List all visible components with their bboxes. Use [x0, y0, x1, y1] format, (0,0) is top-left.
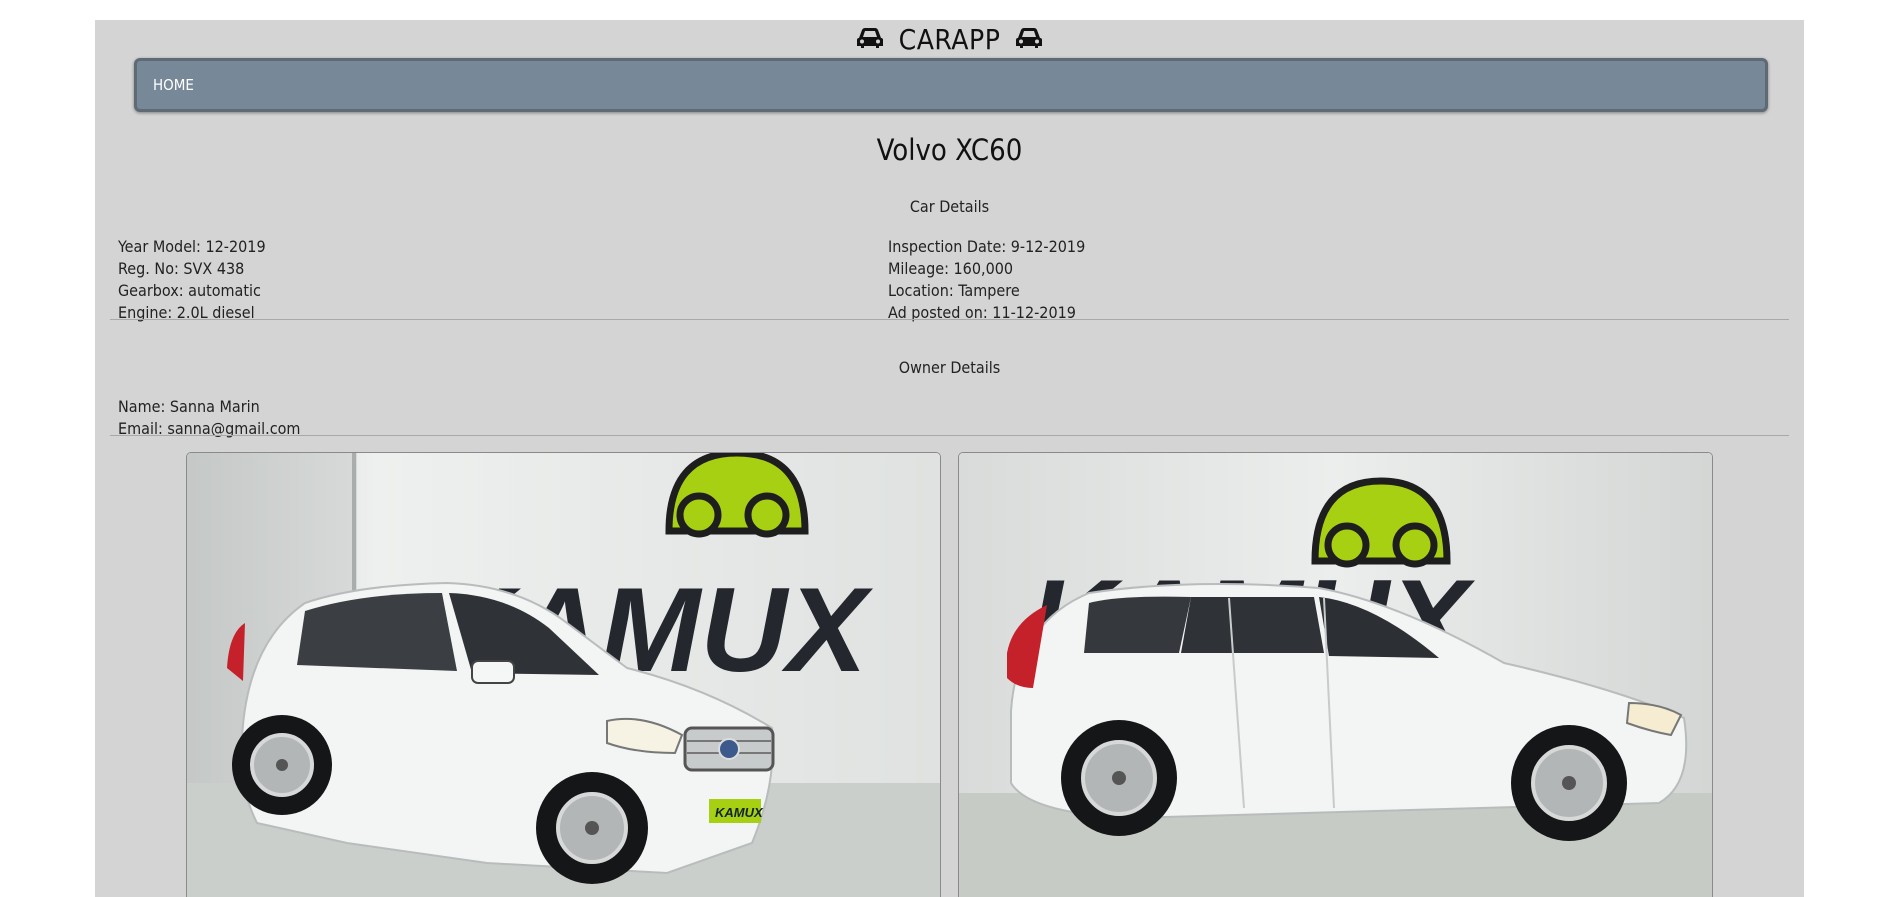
navbar: HOME — [134, 58, 1768, 112]
engine-text: Engine: 2.0L diesel — [118, 303, 255, 322]
reg-no-text: Reg. No: SVX 438 — [118, 259, 245, 278]
brand-logo-icon — [665, 453, 809, 538]
gearbox-text: Gearbox: automatic — [118, 281, 261, 300]
brand-header: CARAPP — [95, 20, 1804, 58]
car-details-heading: Car Details — [909, 197, 990, 216]
car-photo-front[interactable]: KAMUX KAMUX — [186, 452, 941, 897]
ad-posted-text: Ad posted on: 11-12-2019 — [888, 303, 1076, 322]
car-details-left: Year Model: 12-2019 Reg. No: SVX 438 Gea… — [118, 236, 266, 324]
owner-details: Name: Sanna Marin Email: sanna@gmail.com — [118, 396, 300, 440]
page-container: CARAPP HOME Volvo XC60 Car Details Year … — [95, 20, 1804, 897]
divider — [110, 435, 1789, 436]
owner-details-heading: Owner Details — [898, 358, 1001, 377]
nav-home-link[interactable]: HOME — [153, 61, 194, 109]
divider — [110, 319, 1789, 320]
plate-text: KAMUX — [715, 805, 764, 820]
mileage-text: Mileage: 160,000 — [888, 259, 1014, 278]
owner-email-text: Email: sanna@gmail.com — [118, 419, 301, 438]
car-icon — [856, 26, 884, 54]
car-photo-side[interactable]: KAMUX — [958, 452, 1713, 897]
location-text: Location: Tampere — [888, 281, 1020, 300]
car-icon — [1015, 26, 1043, 54]
inspection-date-text: Inspection Date: 9-12-2019 — [888, 237, 1086, 256]
car-details-right: Inspection Date: 9-12-2019 Mileage: 160,… — [888, 236, 1085, 324]
year-model-text: Year Model: 12-2019 — [118, 237, 266, 256]
car-title: Volvo XC60 — [876, 133, 1023, 167]
brand-title: CARAPP — [898, 23, 1001, 56]
owner-name-text: Name: Sanna Marin — [118, 397, 260, 416]
brand-logo-icon — [1311, 477, 1451, 568]
